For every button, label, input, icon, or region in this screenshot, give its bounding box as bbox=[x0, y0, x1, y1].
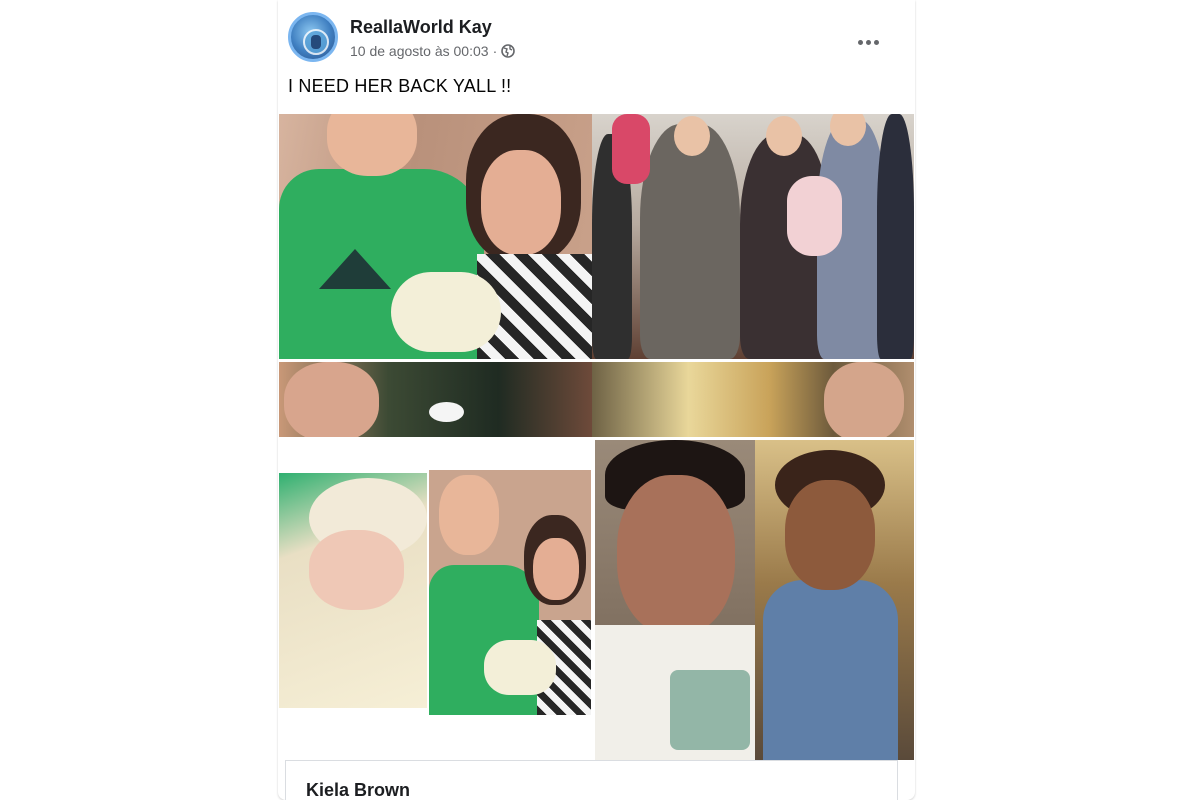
shared-post-preview[interactable]: Kiela Brown bbox=[285, 760, 898, 800]
post-photo-2[interactable]: family-group-with-babies bbox=[592, 114, 914, 359]
post-photo-6[interactable]: young-man-and-toddler bbox=[595, 440, 914, 760]
post-author-name[interactable]: ReallaWorld Kay bbox=[350, 17, 492, 38]
more-horizontal-icon bbox=[857, 39, 863, 45]
post-photo-1[interactable]: couple-holding-newborn bbox=[279, 114, 592, 359]
post-photo-4[interactable]: close-up-strip-right bbox=[592, 362, 914, 437]
avatar[interactable] bbox=[288, 12, 338, 62]
post-photo-3[interactable]: close-up-strip-left bbox=[279, 362, 592, 437]
page-background bbox=[915, 0, 1200, 800]
post-text: I NEED HER BACK YALL !! bbox=[288, 76, 512, 96]
post-header: ReallaWorld Kay 10 de agosto às 00:03 · bbox=[288, 10, 905, 70]
post-meta: 10 de agosto às 00:03 · bbox=[350, 43, 516, 59]
meta-separator: · bbox=[492, 43, 498, 59]
post-timestamp[interactable]: 10 de agosto às 00:03 bbox=[350, 43, 489, 59]
more-options-button[interactable] bbox=[853, 30, 883, 54]
post-card: ReallaWorld Kay 10 de agosto às 00:03 · … bbox=[278, 0, 915, 800]
globe-icon[interactable] bbox=[501, 44, 516, 58]
post-photo-5[interactable]: newborn-and-couple-collage bbox=[279, 440, 592, 760]
commenter-name[interactable]: Kiela Brown bbox=[306, 780, 410, 800]
